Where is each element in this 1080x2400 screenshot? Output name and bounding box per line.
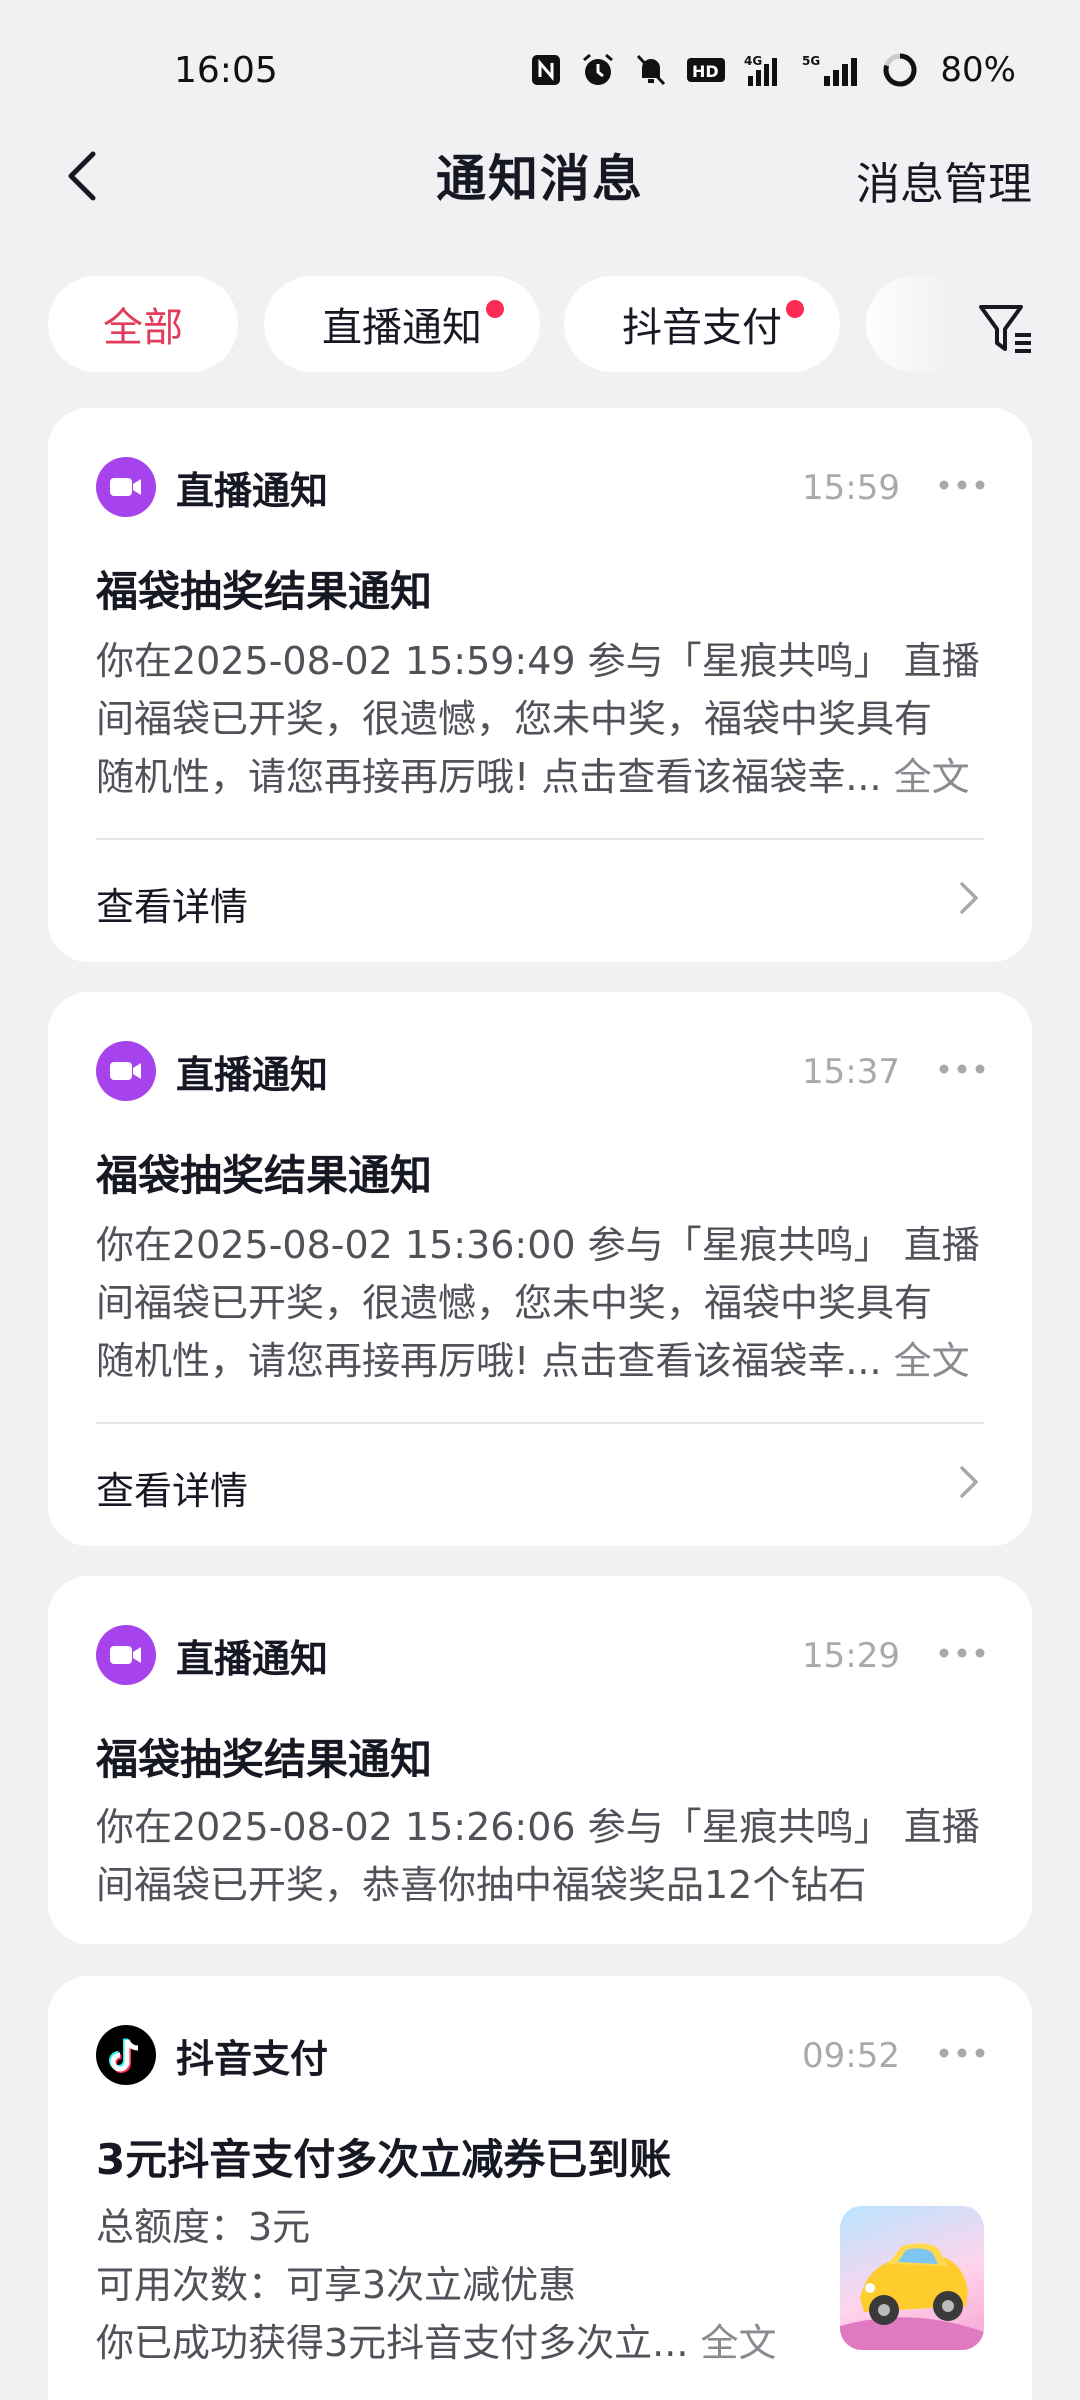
card-title: 福袋抽奖结果通知 — [96, 567, 433, 616]
card-header: 直播通知 — [96, 1040, 328, 1102]
body-line: 随机性，请您再接再厉哦! 点击查看该福袋幸... — [96, 755, 882, 799]
full-text-link[interactable]: 全文 — [894, 1339, 970, 1383]
battery-ring-icon — [882, 52, 918, 88]
page-title: 通知消息 — [436, 150, 644, 208]
card-header: 抖音支付 — [96, 2024, 328, 2086]
video-camera-icon — [110, 478, 141, 496]
body-line-last: 随机性，请您再接再厉哦! 点击查看该福袋幸... 全文 — [96, 1332, 996, 1390]
notification-card[interactable]: 直播通知 15:37 福袋抽奖结果通知 你在2025-08-02 15:36:0… — [48, 992, 1032, 1546]
douyin-logo-icon — [109, 2038, 139, 2073]
filter-button[interactable] — [970, 294, 1040, 364]
source-name: 直播通知 — [176, 1052, 329, 1097]
chevron-right-icon — [954, 878, 984, 918]
status-bar: 16:05 HD 4G 5G 80% — [0, 0, 1080, 140]
divider — [96, 838, 984, 840]
unread-dot — [486, 300, 504, 318]
body-line: 你已成功获得3元抖音支付多次立... — [96, 2321, 689, 2365]
more-dots-icon — [939, 480, 985, 490]
body-line: 间福袋已开奖，恭喜你抽中福袋奖品12个钻石 — [96, 1863, 867, 1907]
alarm-icon — [580, 52, 616, 88]
more-dots-icon — [939, 1064, 985, 1074]
chevron-left-icon — [68, 151, 96, 201]
svg-text:4G: 4G — [744, 54, 762, 68]
tab-label: 全部 — [103, 305, 183, 351]
tab-douyin-pay[interactable]: 抖音支付 — [564, 276, 840, 372]
tab-label: 抖音支付 — [622, 305, 782, 351]
source-avatar — [96, 1041, 156, 1101]
card-title: 福袋抽奖结果通知 — [96, 1735, 433, 1784]
source-name: 直播通知 — [176, 1636, 329, 1681]
more-button[interactable] — [932, 1054, 992, 1084]
body-line: 可用次数：可享3次立减优惠 — [96, 2263, 577, 2307]
card-body: 你在2025-08-02 15:26:06 参与「星痕共鸣」 直播 间福袋已开奖… — [96, 1798, 996, 1914]
video-camera-icon — [110, 1646, 141, 1664]
full-text-link[interactable]: 全文 — [701, 2321, 777, 2365]
body-line-last: 你已成功获得3元抖音支付多次立... 全文 — [96, 2314, 856, 2372]
mute-icon — [634, 52, 668, 88]
body-line: 总额度：3元 — [96, 2205, 311, 2249]
hd-icon: HD — [686, 55, 726, 85]
back-button[interactable] — [52, 146, 112, 206]
body-line-last: 随机性，请您再接再厉哦! 点击查看该福袋幸... 全文 — [96, 748, 996, 806]
card-body: 你在2025-08-02 15:59:49 参与「星痕共鸣」 直播 间福袋已开奖… — [96, 632, 996, 806]
more-button[interactable] — [932, 2038, 992, 2068]
tab-live-notice[interactable]: 直播通知 — [264, 276, 540, 372]
full-text-link[interactable]: 全文 — [894, 755, 970, 799]
source-avatar — [96, 2025, 156, 2085]
card-title: 福袋抽奖结果通知 — [96, 1151, 433, 1200]
svg-text:5G: 5G — [802, 54, 820, 68]
card-time: 15:37 — [802, 1052, 900, 1092]
more-button[interactable] — [932, 470, 992, 500]
chevron-right-icon — [954, 1462, 984, 1502]
source-avatar — [96, 1625, 156, 1685]
video-camera-icon — [110, 1062, 141, 1080]
body-line: 间福袋已开奖，很遗憾，您未中奖，福袋中奖具有 — [96, 1281, 933, 1325]
body-line: 间福袋已开奖，很遗憾，您未中奖，福袋中奖具有 — [96, 697, 933, 741]
card-body: 你在2025-08-02 15:36:00 参与「星痕共鸣」 直播 间福袋已开奖… — [96, 1216, 996, 1390]
filter-icon — [979, 305, 1031, 353]
card-time: 09:52 — [802, 2036, 900, 2076]
more-dots-icon — [939, 2048, 985, 2058]
unread-dot — [786, 300, 804, 318]
signal-4g-icon: 4G — [744, 52, 784, 88]
nav-bar: 通知消息 消息管理 — [0, 120, 1080, 230]
body-line: 你在2025-08-02 15:59:49 参与「星痕共鸣」 直播 — [96, 639, 980, 683]
toy-car-image — [840, 2243, 984, 2350]
filter-tabs: 全部 直播通知 抖音支付 — [0, 270, 1080, 382]
body-line: 随机性，请您再接再厉哦! 点击查看该福袋幸... — [96, 1339, 882, 1383]
status-icons: HD 4G 5G 80% — [530, 50, 1016, 90]
tab-label: 直播通知 — [322, 305, 482, 351]
nfc-icon — [530, 53, 562, 87]
view-detail-link[interactable]: 查看详情 — [96, 1460, 248, 1515]
more-button[interactable] — [932, 1638, 992, 1668]
notification-card[interactable]: 直播通知 15:29 福袋抽奖结果通知 你在2025-08-02 15:26:0… — [48, 1576, 1032, 1944]
source-name: 抖音支付 — [176, 2036, 329, 2081]
card-title: 3元抖音支付多次立减券已到账 — [96, 2135, 672, 2184]
card-body: 总额度：3元 可用次数：可享3次立减优惠 你已成功获得3元抖音支付多次立... … — [96, 2198, 856, 2372]
card-header: 直播通知 — [96, 1624, 328, 1686]
svg-text:HD: HD — [692, 62, 719, 81]
view-detail-link[interactable]: 查看详情 — [96, 876, 248, 931]
battery-percent: 80% — [940, 50, 1016, 90]
source-avatar — [96, 457, 156, 517]
body-line: 你在2025-08-02 15:26:06 参与「星痕共鸣」 直播 — [96, 1805, 980, 1849]
card-time: 15:59 — [802, 468, 900, 508]
status-time: 16:05 — [174, 49, 278, 91]
coupon-thumbnail[interactable] — [840, 2206, 984, 2350]
notification-card[interactable]: 直播通知 15:59 福袋抽奖结果通知 你在2025-08-02 15:59:4… — [48, 408, 1032, 962]
divider — [96, 1422, 984, 1424]
tab-all[interactable]: 全部 — [48, 276, 238, 372]
card-header: 直播通知 — [96, 456, 328, 518]
signal-5g-icon: 5G — [802, 52, 864, 88]
message-manage-button[interactable]: 消息管理 — [856, 148, 1032, 212]
more-dots-icon — [939, 1648, 985, 1658]
card-time: 15:29 — [802, 1636, 900, 1676]
source-name: 直播通知 — [176, 468, 329, 513]
notification-card[interactable]: 抖音支付 09:52 3元抖音支付多次立减券已到账 总额度：3元 可用次数：可享… — [48, 1976, 1032, 2400]
body-line: 你在2025-08-02 15:36:00 参与「星痕共鸣」 直播 — [96, 1223, 980, 1267]
